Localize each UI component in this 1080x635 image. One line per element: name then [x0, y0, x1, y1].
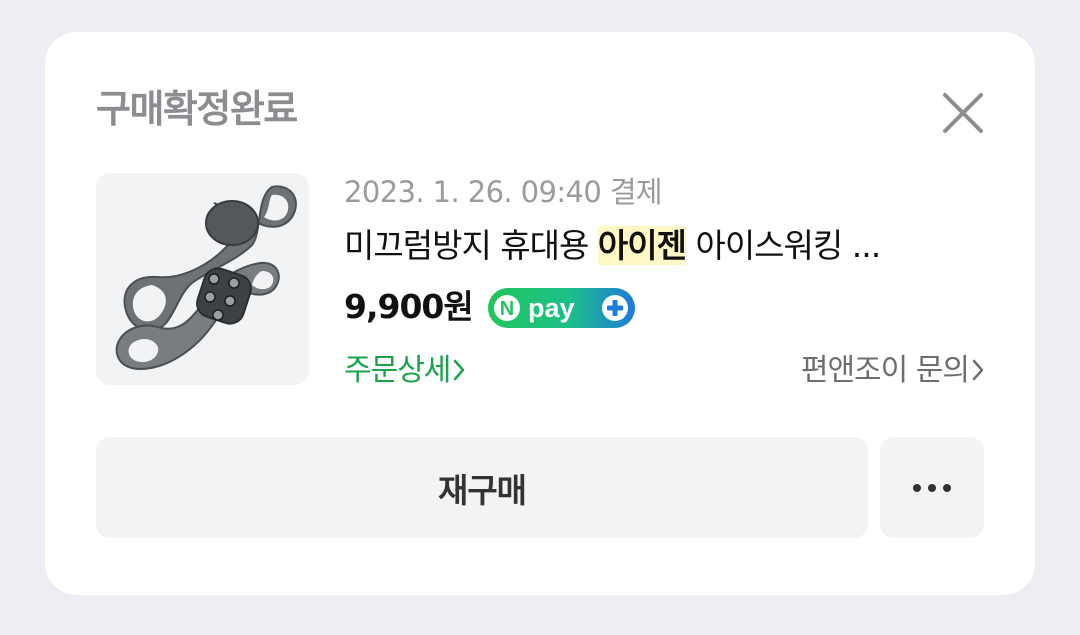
- product-price: 9,900원: [344, 287, 474, 326]
- search-highlight: 아이젠: [597, 226, 687, 265]
- seller-inquiry-label: 편앤조이 문의: [800, 353, 970, 388]
- chevron-right-icon: [972, 359, 984, 380]
- more-horizontal-icon: [913, 483, 951, 492]
- product-name-prefix: 미끄럼방지 휴대용: [344, 226, 598, 265]
- product-name-suffix: 아이스워킹 ...: [685, 226, 881, 265]
- close-icon: [943, 93, 983, 133]
- close-button[interactable]: [937, 87, 989, 139]
- more-options-button[interactable]: [880, 437, 984, 538]
- seller-inquiry-link[interactable]: 편앤조이 문의: [801, 350, 985, 392]
- order-detail-label: 주문상세: [344, 353, 451, 388]
- status-title: 구매확정완료: [96, 87, 298, 131]
- plus-icon: [602, 295, 628, 321]
- purchase-card: 구매확정완료 2023. 1. 26. 09:40 결제 미끄럼방지 휴대용 아…: [45, 32, 1035, 595]
- order-date: 2023. 1. 26. 09:40 결제: [344, 175, 663, 209]
- npay-plus-badge: N pay: [488, 288, 635, 328]
- npay-n-letter: N: [500, 298, 514, 320]
- product-name[interactable]: 미끄럼방지 휴대용 아이젠 아이스워킹 ...: [344, 223, 984, 269]
- npay-text: pay: [528, 293, 575, 323]
- product-thumbnail[interactable]: [96, 173, 309, 385]
- chevron-right-icon: [454, 359, 465, 380]
- ice-cleat-product-image: [115, 185, 297, 371]
- rebuy-button[interactable]: 재구매: [96, 437, 868, 538]
- order-detail-link[interactable]: 주문상세: [344, 350, 466, 392]
